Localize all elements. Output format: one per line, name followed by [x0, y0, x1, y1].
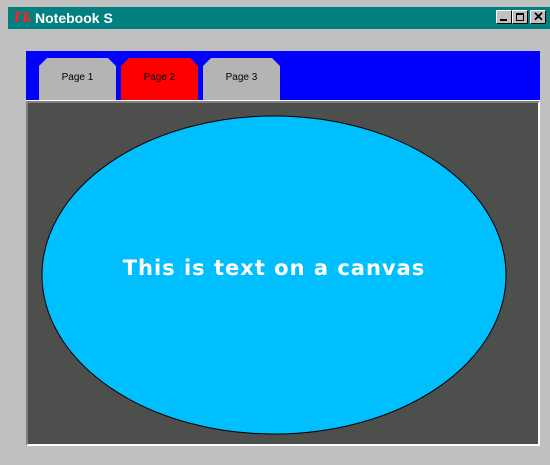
- close-icon: ✕: [533, 9, 544, 24]
- close-button[interactable]: ✕: [530, 10, 546, 24]
- main-window: Tk Notebook S ✕ Page 1 Page 2 Page 3 Thi…: [0, 0, 550, 465]
- title-bar[interactable]: Tk Notebook S ✕: [8, 7, 550, 29]
- canvas-frame: This is text on a canvas: [26, 101, 540, 446]
- tk-icon[interactable]: Tk: [12, 10, 34, 26]
- minimize-button[interactable]: [496, 10, 512, 24]
- maximize-icon: [516, 13, 524, 21]
- tab-page-3[interactable]: Page 3: [203, 58, 280, 101]
- notebook-tab-bar: Page 1 Page 2 Page 3: [26, 51, 540, 100]
- tab-page-2[interactable]: Page 2: [121, 58, 198, 101]
- tab-page-1[interactable]: Page 1: [39, 58, 116, 101]
- maximize-button[interactable]: [512, 10, 528, 24]
- canvas-text: This is text on a canvas: [122, 256, 426, 280]
- window-title: Notebook S: [35, 10, 113, 26]
- minimize-icon: [500, 19, 507, 21]
